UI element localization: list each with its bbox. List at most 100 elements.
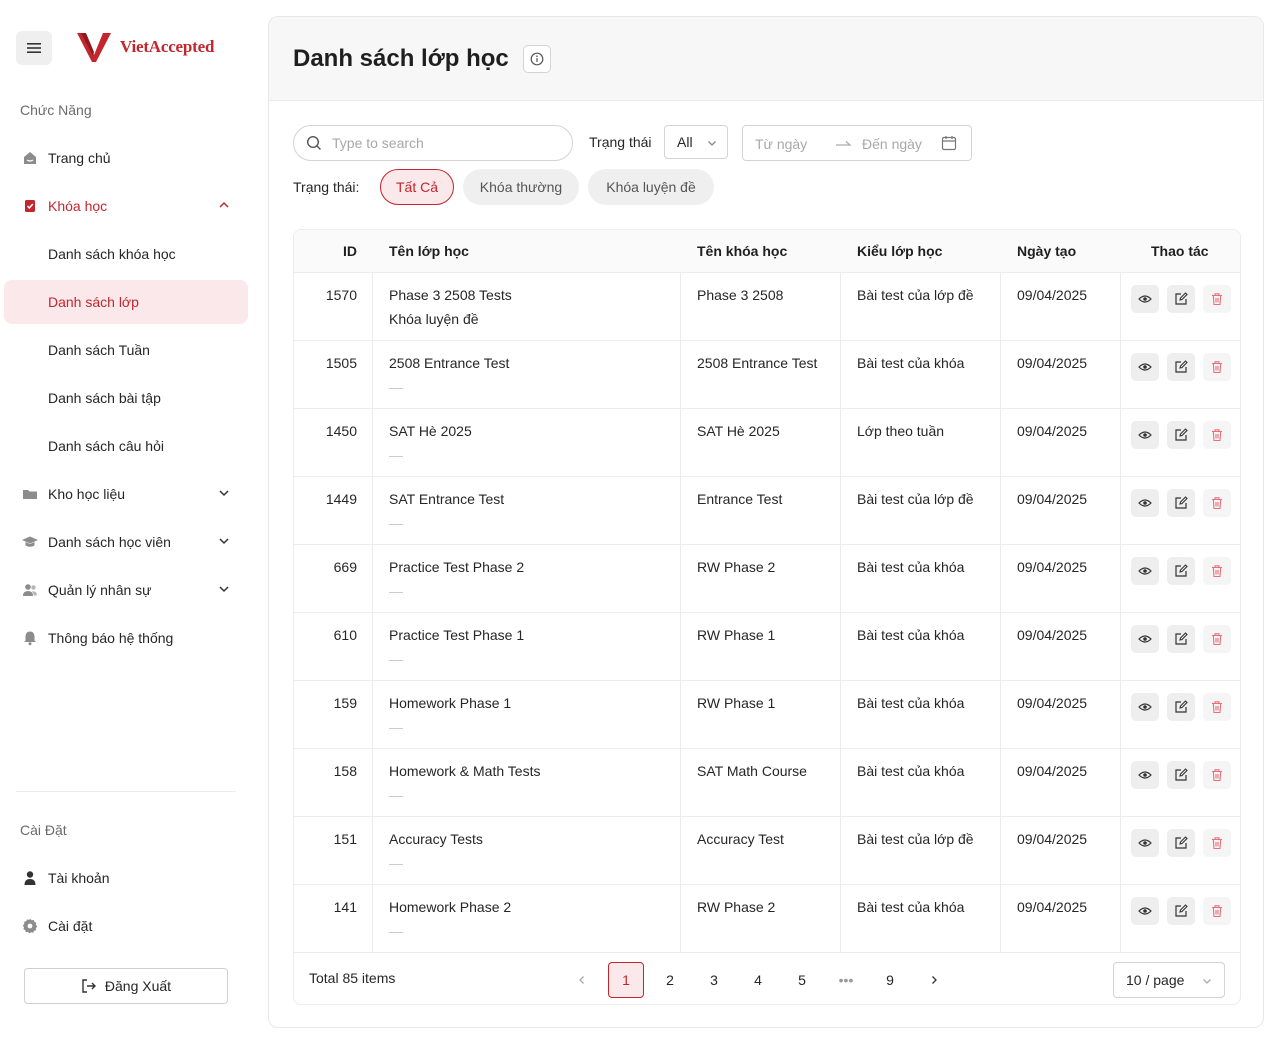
chevron-down-icon [219,490,229,497]
cell-class-name: Homework & Math Tests [389,763,541,779]
sidebar-item-class-list[interactable]: Danh sách lớp [4,280,248,324]
column-divider [840,749,841,816]
view-button[interactable] [1131,625,1159,653]
delete-button[interactable] [1203,829,1231,857]
cell-class-name: Practice Test Phase 2 [389,559,525,575]
delete-button[interactable] [1203,761,1231,789]
table-row[interactable]: 158 Homework & Math Tests — SAT Math Course… [294,749,1240,817]
delete-button[interactable] [1203,421,1231,449]
table-row[interactable]: 669 Practice Test Phase 2 — RW Phase 2 Bài t… [294,545,1240,613]
table-row[interactable]: 1505 2508 Entrance Test — 2508 Entrance Tes… [294,341,1240,409]
trash-icon [1210,904,1224,918]
edit-button[interactable] [1167,285,1195,313]
column-divider [372,341,373,408]
sidebar-item-label: Cài đặt [48,918,93,934]
view-button[interactable] [1131,829,1159,857]
date-range-picker[interactable]: Từ ngày Đến ngày [742,125,972,161]
sidebar-item-week-list[interactable]: Danh sách Tuần [4,328,248,372]
sidebar-item-students[interactable]: Danh sách học viên [4,520,248,564]
page-button[interactable]: 3 [696,962,732,998]
delete-button[interactable] [1203,353,1231,381]
column-divider [1000,273,1001,340]
sidebar-item-settings[interactable]: Cài đặt [4,904,248,948]
info-button[interactable] [523,45,551,73]
edit-button[interactable] [1167,693,1195,721]
edit-button[interactable] [1167,557,1195,585]
sidebar-item-home[interactable]: Trang chủ [4,136,248,180]
edit-icon [1174,428,1188,442]
sidebar-item-label: Danh sách lớp [48,294,139,310]
chip-all[interactable]: Tất Cả [380,169,454,205]
delete-button[interactable] [1203,489,1231,517]
view-button[interactable] [1131,285,1159,313]
edit-button[interactable] [1167,829,1195,857]
page-button[interactable]: 9 [872,962,908,998]
table-header: ID Tên lớp học Tên khóa học Kiểu lớp học… [294,230,1240,273]
menu-toggle-button[interactable] [16,31,52,65]
chip-label: Tất Cả [395,179,438,195]
prev-page-button[interactable] [564,962,600,998]
view-button[interactable] [1131,421,1159,449]
column-divider [372,613,373,680]
view-button[interactable] [1131,693,1159,721]
chip-exam-course[interactable]: Khóa luyện đề [588,169,714,205]
sidebar-item-course-list[interactable]: Danh sách khóa học [4,232,248,276]
column-divider [1000,341,1001,408]
edit-icon [1174,836,1188,850]
page-button[interactable]: 4 [740,962,776,998]
delete-button[interactable] [1203,693,1231,721]
table-row[interactable]: 1450 SAT Hè 2025 — SAT Hè 2025 Lớp theo tuần… [294,409,1240,477]
page-button[interactable]: 2 [652,962,688,998]
cell-id: 158 [333,763,357,779]
pagination-ellipsis[interactable]: ••• [828,962,864,998]
delete-button[interactable] [1203,897,1231,925]
status-select[interactable]: All [664,125,728,159]
brand-logo[interactable]: VietAccepted [76,30,214,64]
table-row[interactable]: 151 Accuracy Tests — Accuracy Test Bài test … [294,817,1240,885]
sidebar-item-label: Trang chủ [48,150,111,166]
cell-class-subtitle: Khóa luyện đề [389,311,479,327]
table-row[interactable]: 159 Homework Phase 1 — RW Phase 1 Bài test c… [294,681,1240,749]
table-row[interactable]: 1449 SAT Entrance Test — Entrance Test Bài t… [294,477,1240,545]
sidebar-item-materials[interactable]: Kho học liệu [4,472,248,516]
edit-button[interactable] [1167,897,1195,925]
sidebar-item-courses[interactable]: Khóa học [4,184,248,228]
chip-label: Khóa luyện đề [606,179,696,195]
search-input[interactable]: Type to search [293,125,573,161]
date-to-input[interactable]: Đến ngày [862,136,922,152]
table-row[interactable]: 141 Homework Phase 2 — RW Phase 2 Bài test c… [294,885,1240,953]
page-button[interactable]: 1 [608,962,644,998]
edit-button[interactable] [1167,489,1195,517]
edit-button[interactable] [1167,625,1195,653]
cell-class-name: Homework Phase 1 [389,695,512,711]
column-divider [1120,613,1121,680]
view-button[interactable] [1131,897,1159,925]
sidebar-item-notifications[interactable]: Thông báo hệ thống [4,616,248,660]
delete-button[interactable] [1203,625,1231,653]
date-from-input[interactable]: Từ ngày [755,136,807,152]
sidebar-item-account[interactable]: Tài khoản [4,856,248,900]
logout-button[interactable]: Đăng Xuất [24,968,228,1004]
page-title: Danh sách lớp học [293,45,509,72]
delete-button[interactable] [1203,557,1231,585]
edit-button[interactable] [1167,761,1195,789]
sidebar-item-staff[interactable]: Quản lý nhân sự [4,568,248,612]
column-divider [1000,817,1001,884]
page-size-select[interactable]: 10 / page [1113,962,1225,998]
chip-regular-course[interactable]: Khóa thường [463,169,579,205]
view-button[interactable] [1131,353,1159,381]
sidebar-item-exercise-list[interactable]: Danh sách bài tập [4,376,248,420]
next-page-button[interactable] [916,962,952,998]
cell-created-date: 09/04/2025 [1017,831,1088,847]
edit-button[interactable] [1167,353,1195,381]
view-button[interactable] [1131,557,1159,585]
edit-button[interactable] [1167,421,1195,449]
delete-button[interactable] [1203,285,1231,313]
page-button[interactable]: 5 [784,962,820,998]
view-button[interactable] [1131,761,1159,789]
view-button[interactable] [1131,489,1159,517]
sidebar-item-question-list[interactable]: Danh sách câu hỏi [4,424,248,468]
table-row[interactable]: 610 Practice Test Phase 1 — RW Phase 1 Bài t… [294,613,1240,681]
column-divider [372,545,373,612]
table-row[interactable]: 1570 Phase 3 2508 Tests Khóa luyện đề Phase… [294,273,1240,341]
